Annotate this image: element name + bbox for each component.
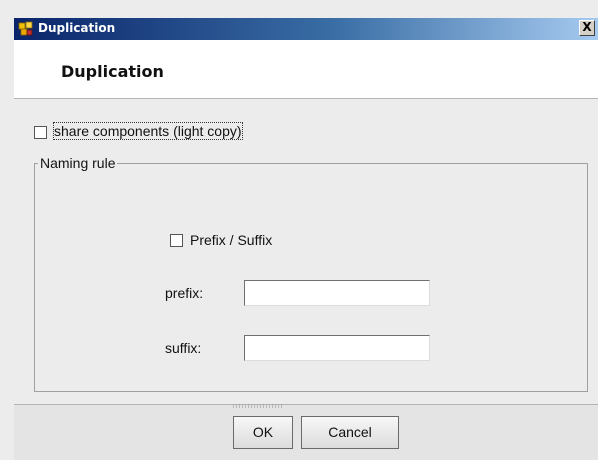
close-icon: X — [582, 20, 592, 34]
header-band: Duplication — [14, 40, 598, 99]
duplication-dialog: Duplication X Duplication share componen… — [0, 0, 598, 460]
share-components-checkbox[interactable] — [34, 126, 47, 139]
window-title: Duplication — [38, 21, 116, 35]
prefix-label: prefix: — [165, 285, 204, 301]
suffix-label: suffix: — [165, 340, 202, 356]
ok-button[interactable]: OK — [233, 416, 293, 449]
prefix-input[interactable] — [244, 280, 430, 306]
share-components-label[interactable]: share components (light copy) — [53, 122, 243, 140]
header-title: Duplication — [61, 62, 164, 81]
prefix-suffix-checkbox[interactable] — [170, 234, 183, 247]
close-button[interactable]: X — [579, 20, 595, 36]
resize-grip[interactable] — [233, 404, 283, 408]
naming-rule-legend: Naming rule — [38, 155, 118, 171]
prefix-suffix-label[interactable]: Prefix / Suffix — [190, 232, 272, 248]
cancel-button[interactable]: Cancel — [301, 416, 399, 449]
app-logo-icon — [18, 21, 34, 37]
suffix-input[interactable] — [244, 335, 430, 361]
title-bar[interactable]: Duplication X — [14, 18, 598, 40]
